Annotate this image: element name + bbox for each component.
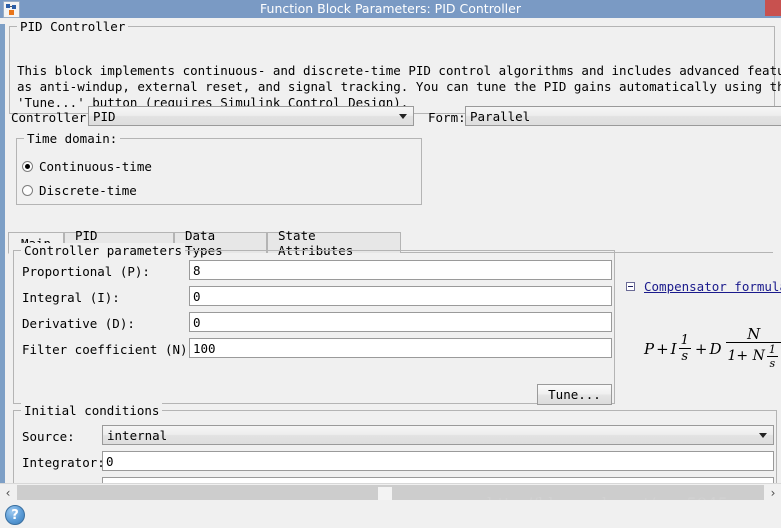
controller-parameters-legend: Controller parameters: [21, 243, 186, 258]
dialog-body: PID Controller This block implements con…: [0, 18, 781, 528]
integrator-input[interactable]: 0: [102, 451, 774, 471]
footer-bar: ? OK Cancel Help Apply: [0, 500, 781, 528]
proportional-label: Proportional (P):: [22, 264, 150, 279]
formula-plus-1: +: [656, 339, 669, 358]
formula-frac1-den: s: [681, 349, 689, 364]
scrollbar-thumb[interactable]: [378, 487, 392, 500]
filter-coefficient-input-value: 100: [193, 340, 216, 356]
filter-coefficient-input[interactable]: 100: [189, 338, 612, 358]
radio-continuous-time[interactable]: Continuous-time: [22, 159, 152, 174]
radio-continuous-time-label: Continuous-time: [39, 159, 152, 174]
dialog-window: Function Block Parameters: PID Controlle…: [0, 0, 781, 528]
initial-conditions-legend: Initial conditions: [21, 403, 163, 418]
formula-frac-n-over-denominator: N 1+ N 1 s: [725, 325, 781, 369]
formula-frac-1-over-s: 1 s: [678, 333, 691, 364]
proportional-input[interactable]: 8: [189, 260, 612, 280]
formula-frac1-num: 1: [680, 333, 689, 348]
tune-button-label: Tune...: [548, 387, 601, 402]
integrator-label: Integrator:: [22, 455, 105, 470]
scroll-left-arrow-icon[interactable]: ‹: [0, 485, 16, 500]
description-line-2: as anti-windup, external reset, and sign…: [17, 79, 781, 94]
radio-discrete-time-indicator: [22, 185, 33, 196]
integrator-input-value: 0: [106, 453, 114, 469]
help-circle-icon[interactable]: ?: [5, 505, 25, 525]
filter-coefficient-label: Filter coefficient (N):: [22, 342, 196, 357]
tune-button[interactable]: Tune...: [537, 384, 612, 405]
formula-frac2-num: N: [747, 325, 761, 343]
scroll-right-arrow-icon[interactable]: ›: [765, 485, 781, 500]
chevron-down-icon: [399, 114, 407, 119]
controller-dropdown-value: PID: [93, 108, 116, 124]
source-dropdown-value: internal: [107, 427, 168, 443]
panel-left-inner-edge: [5, 24, 7, 494]
source-dropdown[interactable]: internal: [102, 425, 774, 445]
formula-term-p: P: [644, 339, 655, 358]
close-icon[interactable]: [765, 0, 781, 16]
form-label: Form:: [428, 110, 466, 125]
formula-term-i: I: [670, 339, 677, 358]
derivative-label: Derivative (D):: [22, 316, 135, 331]
integral-input[interactable]: 0: [189, 286, 612, 306]
controller-label: Controller:: [11, 110, 94, 125]
integral-label: Integral (I):: [22, 290, 120, 305]
controller-dropdown[interactable]: PID: [88, 106, 414, 126]
formula-frac2-den-prefix: 1+ N: [727, 348, 765, 364]
form-dropdown[interactable]: Parallel: [465, 106, 781, 126]
source-label: Source:: [22, 429, 75, 444]
formula-frac2-den-den: s: [769, 357, 776, 370]
compensator-formula: P + I 1 s + D N 1+ N 1 s: [644, 325, 781, 369]
radio-continuous-time-indicator: [22, 161, 33, 172]
radio-discrete-time[interactable]: Discrete-time: [22, 183, 137, 198]
derivative-input[interactable]: 0: [189, 312, 612, 332]
integral-input-value: 0: [193, 288, 201, 304]
radio-discrete-time-label: Discrete-time: [39, 183, 137, 198]
formula-plus-2: +: [694, 339, 708, 358]
time-domain-group-legend: Time domain:: [24, 131, 121, 146]
derivative-input-value: 0: [193, 314, 201, 330]
description-line-1: This block implements continuous- and di…: [17, 63, 781, 78]
formula-frac2-den-num: 1: [768, 343, 776, 356]
formula-frac2-den-inner-frac: 1 s: [766, 343, 778, 370]
description-group-legend: PID Controller: [17, 19, 129, 34]
window-title: Function Block Parameters: PID Controlle…: [260, 1, 521, 16]
chevron-down-icon: [759, 433, 767, 438]
compensator-formula-link[interactable]: Compensator formula: [644, 279, 781, 294]
formula-term-d: D: [709, 339, 722, 358]
proportional-input-value: 8: [193, 262, 201, 278]
form-dropdown-value: Parallel: [470, 108, 531, 124]
compensator-collapse-icon[interactable]: [626, 282, 635, 291]
title-bar: Function Block Parameters: PID Controlle…: [0, 0, 781, 18]
formula-frac2-den: 1+ N 1 s: [726, 344, 781, 369]
